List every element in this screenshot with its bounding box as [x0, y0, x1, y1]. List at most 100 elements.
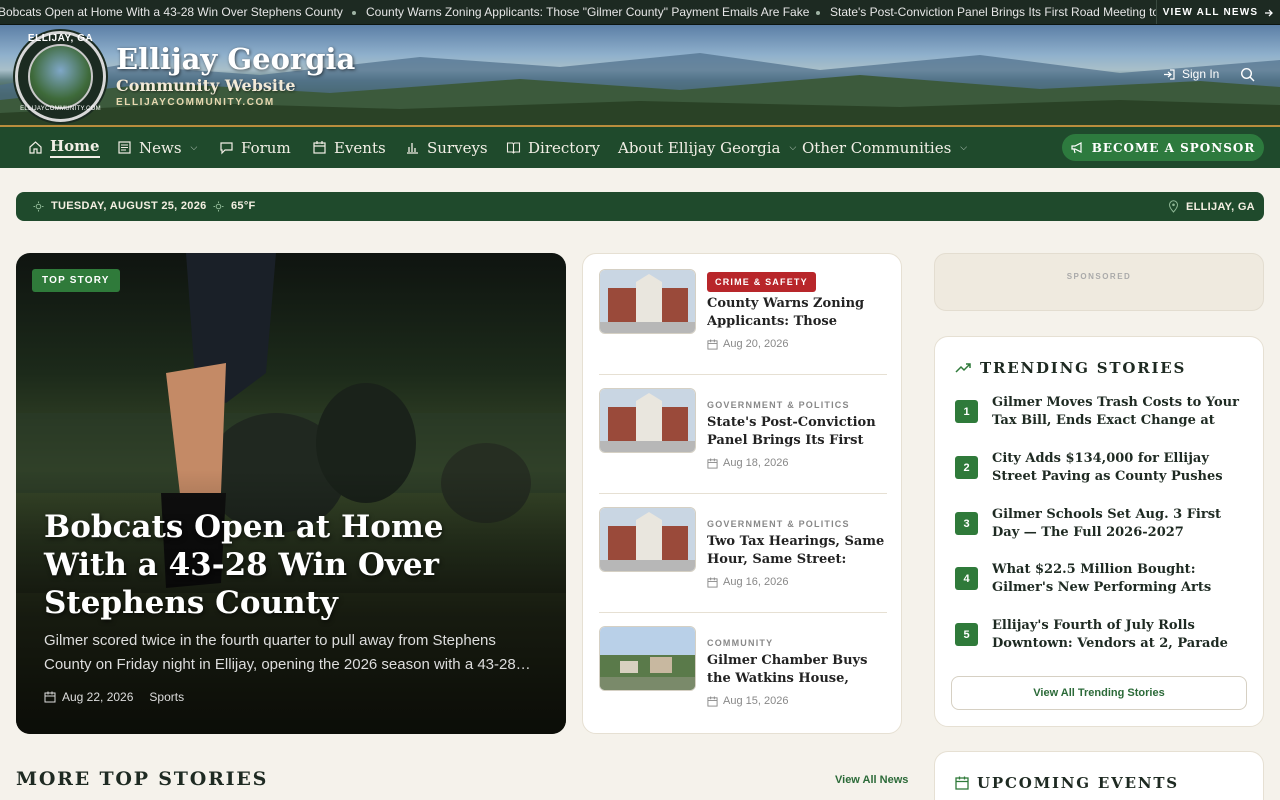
- become-sponsor-button[interactable]: BECOME A SPONSOR: [1062, 134, 1264, 161]
- hero-date: Aug 22, 2026: [62, 690, 134, 704]
- hero-excerpt: Gilmer scored twice in the fourth quarte…: [44, 632, 531, 673]
- story-thumbnail: [599, 507, 696, 572]
- trending-title[interactable]: Gilmer Moves Trash Costs to Your Tax Bil…: [992, 394, 1244, 430]
- story-item[interactable]: GOVERNMENT & POLITICS State's Post-Convi…: [599, 388, 887, 507]
- trending-stories-panel: TRENDING STORIES 1 Gilmer Moves Trash Co…: [934, 336, 1264, 727]
- trending-header: TRENDING STORIES: [955, 359, 1186, 377]
- view-all-news-ticker-link[interactable]: VIEW ALL NEWS: [1156, 0, 1280, 24]
- book-open-icon: [506, 142, 521, 154]
- current-temperature: 65°F: [213, 200, 256, 212]
- events-header: UPCOMING EVENTS: [955, 774, 1179, 792]
- trending-item[interactable]: 5 Ellijay's Fourth of July Rolls Downtow…: [955, 617, 1245, 661]
- sun-icon: [213, 201, 224, 211]
- story-title[interactable]: Gilmer Chamber Buys the Watkins House, t…: [707, 652, 887, 688]
- chevron-down-icon: ⌵: [789, 142, 797, 152]
- calendar-icon: [44, 691, 56, 703]
- current-date: TUESDAY, AUGUST 25, 2026: [33, 200, 207, 212]
- sun-icon: [33, 201, 44, 211]
- upcoming-events-panel: UPCOMING EVENTS: [934, 751, 1264, 800]
- main-nav: Home News ⌵ Forum Events Surveys Director…: [0, 125, 1280, 168]
- calendar-icon: [955, 776, 969, 790]
- home-icon: [29, 141, 42, 154]
- story-title[interactable]: Two Tax Hearings, Same Hour, Same Street…: [707, 533, 887, 569]
- site-url: ELLIJAYCOMMUNITY.COM: [116, 97, 275, 108]
- nav-other-communities[interactable]: Other Communities ⌵: [802, 127, 967, 168]
- site-subtitle: Community Website: [116, 76, 296, 95]
- rank-number: 3: [955, 512, 978, 535]
- nav-events[interactable]: Events: [312, 127, 386, 168]
- search-icon: [1240, 67, 1255, 82]
- site-logo[interactable]: ELLIJAY, GA ELLIJAYCOMMUNITY.COM: [15, 31, 106, 122]
- logo-scene: [28, 44, 93, 109]
- hero-title[interactable]: Bobcats Open at Home With a 43-28 Win Ov…: [44, 508, 524, 622]
- story-category[interactable]: GOVERNMENT & POLITICS: [707, 400, 850, 410]
- story-item[interactable]: CRIME & SAFETY County Warns Zoning Appli…: [599, 269, 887, 388]
- story-title[interactable]: State's Post-Conviction Panel Brings Its…: [707, 414, 887, 450]
- trending-title[interactable]: Ellijay's Fourth of July Rolls Downtown:…: [992, 617, 1244, 653]
- category-badge-crime[interactable]: CRIME & SAFETY: [707, 272, 816, 292]
- map-pin-icon: [1168, 200, 1179, 213]
- story-item[interactable]: COMMUNITY Gilmer Chamber Buys the Watkin…: [599, 626, 887, 745]
- info-bar: TUESDAY, AUGUST 25, 2026 65°F ELLIJAY, G…: [16, 192, 1264, 221]
- trending-item[interactable]: 3 Gilmer Schools Set Aug. 3 First Day — …: [955, 506, 1245, 550]
- trending-item[interactable]: 1 Gilmer Moves Trash Costs to Your Tax B…: [955, 394, 1245, 438]
- logo-text-top: ELLIJAY, GA: [27, 33, 94, 44]
- rank-number: 1: [955, 400, 978, 423]
- site-header: ELLIJAY, GA ELLIJAYCOMMUNITY.COM Ellijay…: [0, 25, 1280, 125]
- sponsored-slot[interactable]: SPONSORED: [934, 253, 1264, 311]
- megaphone-icon: [1071, 142, 1082, 154]
- hero-meta: Aug 22, 2026 Sports: [44, 690, 184, 704]
- ticker-item[interactable]: County Warns Zoning Applicants: Those "G…: [352, 5, 809, 19]
- newspaper-icon: [118, 141, 131, 154]
- top-story-badge: TOP STORY: [32, 269, 120, 292]
- calendar-icon: [313, 141, 326, 154]
- view-all-news-link[interactable]: View All News: [835, 774, 908, 786]
- nav-home[interactable]: Home: [28, 127, 100, 168]
- view-all-trending-button[interactable]: View All Trending Stories: [951, 676, 1247, 710]
- story-thumbnail: [599, 269, 696, 334]
- trending-title[interactable]: Gilmer Schools Set Aug. 3 First Day — Th…: [992, 506, 1244, 542]
- sign-in-icon: [1164, 68, 1175, 80]
- search-button[interactable]: [1240, 67, 1255, 82]
- story-thumbnail: [599, 626, 696, 691]
- site-title[interactable]: Ellijay Georgia: [116, 42, 355, 76]
- divider: [599, 493, 887, 494]
- more-top-stories-heading: MORE TOP STORIES: [16, 768, 269, 790]
- ticker-item[interactable]: Bobcats Open at Home With a 43-28 Win Ov…: [0, 5, 343, 19]
- calendar-icon: [707, 695, 718, 707]
- rank-number: 2: [955, 456, 978, 479]
- story-date: Aug 15, 2026: [707, 695, 788, 707]
- chevron-down-icon: ⌵: [960, 142, 968, 152]
- arrow-right-icon: [1265, 9, 1274, 16]
- ticker-item[interactable]: State's Post-Conviction Panel Brings Its…: [816, 5, 1179, 19]
- top-story-card[interactable]: TOP STORY Bobcats Open at Home With a 43…: [16, 253, 566, 734]
- trending-item[interactable]: 4 What $22.5 Million Bought: Gilmer's Ne…: [955, 561, 1245, 605]
- story-item[interactable]: GOVERNMENT & POLITICS Two Tax Hearings, …: [599, 507, 887, 626]
- nav-about[interactable]: About Ellijay Georgia ⌵: [618, 127, 796, 168]
- nav-news[interactable]: News ⌵: [117, 127, 197, 168]
- secondary-stories: CRIME & SAFETY County Warns Zoning Appli…: [582, 253, 902, 734]
- current-location: ELLIJAY, GA: [1168, 200, 1255, 213]
- story-category[interactable]: COMMUNITY: [707, 638, 773, 648]
- story-title[interactable]: County Warns Zoning Applicants: Those "G…: [707, 295, 887, 331]
- story-thumbnail: [599, 388, 696, 453]
- chevron-down-icon: ⌵: [190, 142, 198, 152]
- calendar-icon: [707, 457, 718, 469]
- bar-chart-icon: [407, 143, 418, 154]
- hero-category[interactable]: Sports: [149, 690, 184, 704]
- news-ticker: Bobcats Open at Home With a 43-28 Win Ov…: [0, 0, 1280, 25]
- logo-text-bottom: ELLIJAYCOMMUNITY.COM: [20, 106, 101, 112]
- calendar-icon: [707, 576, 718, 588]
- calendar-icon: [707, 338, 718, 350]
- trending-item[interactable]: 2 City Adds $134,000 for Ellijay Street …: [955, 450, 1245, 494]
- trending-up-icon: [955, 363, 971, 373]
- nav-surveys[interactable]: Surveys: [405, 127, 488, 168]
- nav-directory[interactable]: Directory: [506, 127, 600, 168]
- trending-title[interactable]: What $22.5 Million Bought: Gilmer's New …: [992, 561, 1244, 597]
- rank-number: 5: [955, 623, 978, 646]
- trending-title[interactable]: City Adds $134,000 for Ellijay Street Pa…: [992, 450, 1244, 486]
- story-date: Aug 18, 2026: [707, 457, 788, 469]
- sign-in-link[interactable]: Sign In: [1163, 67, 1219, 81]
- nav-forum[interactable]: Forum: [219, 127, 291, 168]
- story-category[interactable]: GOVERNMENT & POLITICS: [707, 519, 850, 529]
